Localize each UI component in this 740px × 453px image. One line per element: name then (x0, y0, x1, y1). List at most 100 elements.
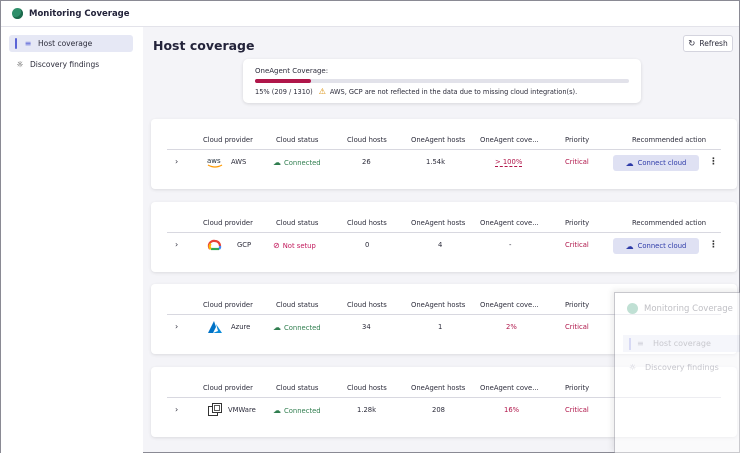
column-header-provider: Cloud provider (203, 301, 253, 309)
sidebar-item-discovery-findings[interactable]: ☼ Discovery findings (9, 56, 133, 73)
priority: Critical (565, 158, 589, 166)
coverage-summary: OneAgent Coverage: 15% (209 / 1310) ⚠ AW… (243, 59, 641, 103)
aws-logo-text: aws (207, 157, 221, 165)
priority: Critical (565, 241, 589, 249)
sidebar-item-label: Host coverage (38, 39, 93, 48)
cloud-connected-icon: ☁ (273, 323, 281, 332)
column-header-oneagent-hosts: OneAgent hosts (411, 219, 466, 227)
cloud-icon: ☁ (625, 158, 634, 168)
column-header-priority: Priority (565, 384, 590, 392)
cloud-connected-icon: ☁ (273, 158, 281, 167)
more-options-icon[interactable]: ⋮ (709, 157, 718, 167)
page-title: Host coverage (153, 38, 255, 53)
oneagent-hosts: 1 (438, 323, 443, 331)
overlay-item-discovery-findings: ☼ Discovery findings (629, 363, 719, 372)
cloud-status: ☁ Connected (273, 406, 321, 415)
column-header-hosts: Cloud hosts (347, 136, 387, 144)
provider-card-gcp: Cloud provider Cloud status Cloud hosts … (151, 202, 737, 272)
app-logo-icon (12, 8, 23, 19)
overlay-item-host-coverage: ≡ Host coverage (623, 335, 740, 352)
column-header-hosts: Cloud hosts (347, 301, 387, 309)
window-preview-overlay: Monitoring Coverage ≡ Host coverage ☼ Di… (614, 292, 740, 453)
lightbulb-icon: ☼ (16, 60, 24, 69)
cloud-hosts: 26 (362, 158, 371, 166)
column-header-provider: Cloud provider (203, 136, 253, 144)
column-header-provider: Cloud provider (203, 384, 253, 392)
aws-logo-icon: aws (207, 157, 223, 168)
coverage-progress-bar (255, 79, 629, 83)
sidebar-item-host-coverage[interactable]: ≡ Host coverage (9, 35, 133, 52)
table-row: › aws AWS ☁ Connected 26 1.54k > 100% Cri… (167, 152, 721, 173)
oneagent-hosts: 4 (438, 241, 443, 249)
column-header-oneagent-coverage: OneAgent cove... (480, 384, 539, 392)
column-header-priority: Priority (565, 219, 590, 227)
table-row: › GCP ⊘ Not setup 0 4 - Critical ☁ Connect… (167, 235, 721, 256)
provider-name: GCP (237, 241, 252, 249)
host-icon: ≡ (24, 39, 32, 48)
cloud-status: ☁ Connected (273, 323, 321, 332)
column-header-oneagent-coverage: OneAgent cove... (480, 219, 539, 227)
expand-row-icon[interactable]: › (175, 240, 178, 249)
coverage-summary-text: 15% (209 / 1310) (255, 87, 313, 96)
column-header-hosts: Cloud hosts (347, 219, 387, 227)
priority: Critical (565, 406, 589, 414)
column-header-status: Cloud status (276, 301, 319, 309)
cloud-icon: ☁ (625, 241, 634, 251)
coverage-progress-fill (255, 79, 312, 83)
active-indicator (629, 337, 631, 350)
column-header-oneagent-coverage: OneAgent cove... (480, 136, 539, 144)
column-header-hosts: Cloud hosts (347, 384, 387, 392)
refresh-button[interactable]: ↻ Refresh (683, 35, 733, 52)
vmware-logo-icon (208, 403, 222, 416)
oneagent-coverage[interactable]: > 100% (495, 158, 523, 167)
expand-row-icon[interactable]: › (175, 322, 178, 331)
refresh-icon: ↻ (688, 38, 696, 49)
column-header-status: Cloud status (276, 384, 319, 392)
sidebar: ≡ Host coverage ☼ Discovery findings (1, 27, 143, 453)
provider-name: AWS (231, 158, 247, 166)
warning-icon: ⚠ (318, 87, 326, 96)
cloud-hosts: 34 (362, 323, 371, 331)
priority: Critical (565, 323, 589, 331)
coverage-warning-text: AWS, GCP are not reflected in the data d… (329, 87, 578, 96)
column-header-status: Cloud status (276, 136, 319, 144)
title-bar: Monitoring Coverage (1, 1, 739, 27)
cloud-connected-icon: ☁ (273, 406, 281, 415)
connect-cloud-button[interactable]: ☁ Connect cloud (613, 155, 699, 171)
table-header: Cloud provider Cloud status Cloud hosts … (167, 216, 721, 233)
column-header-oneagent-hosts: OneAgent hosts (411, 136, 466, 144)
cloud-status: ⊘ Not setup (273, 241, 316, 250)
app-window: Monitoring Coverage ≡ Host coverage ☼ Di… (0, 0, 740, 453)
column-header-oneagent-hosts: OneAgent hosts (411, 301, 466, 309)
sidebar-item-label: Discovery findings (30, 60, 100, 69)
cloud-hosts: 1.28k (357, 406, 377, 414)
oneagent-hosts: 1.54k (426, 158, 446, 166)
coverage-details: 15% (209 / 1310) ⚠ AWS, GCP are not refl… (255, 87, 577, 96)
expand-row-icon[interactable]: › (175, 405, 178, 414)
column-header-status: Cloud status (276, 219, 319, 227)
connect-cloud-button[interactable]: ☁ Connect cloud (613, 238, 699, 254)
app-title: Monitoring Coverage (29, 8, 130, 19)
column-header-provider: Cloud provider (203, 219, 253, 227)
host-icon: ≡ (637, 339, 644, 348)
gcp-logo-icon (207, 239, 222, 251)
column-header-action: Recommended action (632, 136, 707, 144)
coverage-label: OneAgent Coverage: (255, 67, 329, 75)
provider-card-aws: Cloud provider Cloud status Cloud hosts … (151, 119, 737, 189)
lightbulb-icon: ☼ (629, 363, 637, 372)
column-header-priority: Priority (565, 301, 590, 309)
oneagent-coverage: 2% (506, 323, 517, 331)
overlay-title: Monitoring Coverage (627, 303, 733, 314)
cloud-hosts: 0 (365, 241, 370, 249)
oneagent-hosts: 208 (432, 406, 445, 414)
provider-name: VMWare (228, 406, 256, 414)
column-header-oneagent-hosts: OneAgent hosts (411, 384, 466, 392)
cloud-off-icon: ⊘ (273, 241, 280, 250)
app-logo-icon (627, 303, 638, 314)
expand-row-icon[interactable]: › (175, 157, 178, 166)
oneagent-coverage: - (509, 241, 512, 249)
column-header-oneagent-coverage: OneAgent cove... (480, 301, 539, 309)
more-options-icon[interactable]: ⋮ (709, 240, 718, 250)
column-header-action: Recommended action (632, 219, 707, 227)
cloud-status: ☁ Connected (273, 158, 321, 167)
